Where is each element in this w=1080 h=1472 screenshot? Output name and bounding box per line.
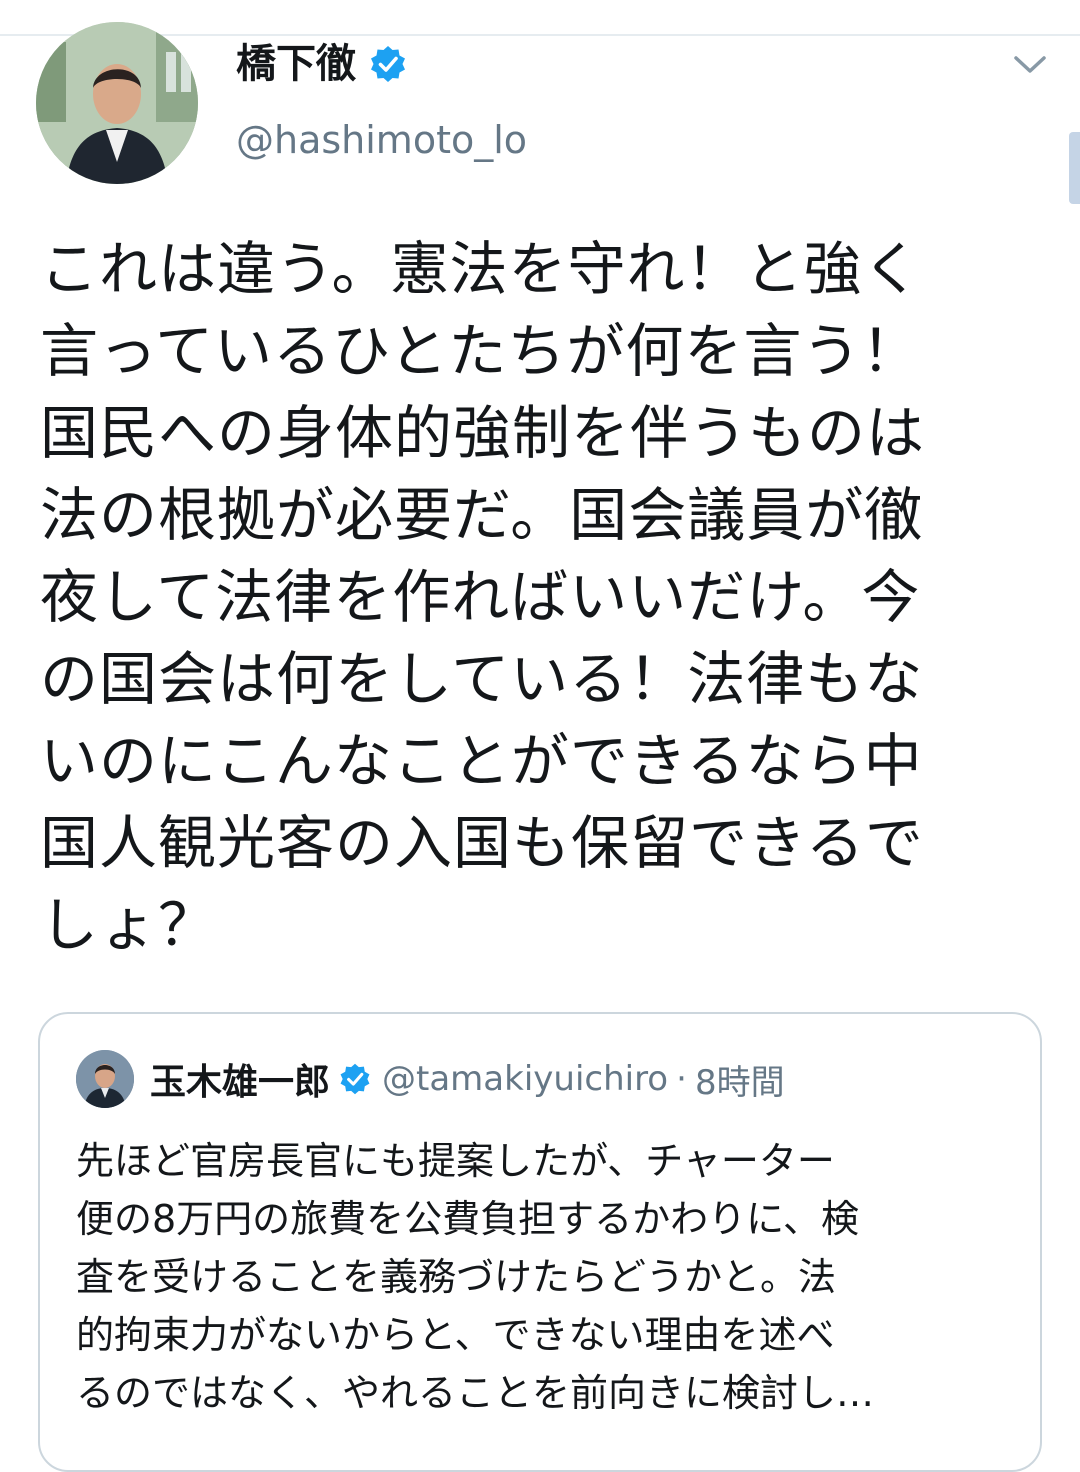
quoted-author-avatar [76, 1050, 134, 1108]
quoted-author-handle: @tamakiyuichiro [382, 1059, 669, 1099]
author-avatar[interactable] [36, 22, 198, 184]
quoted-tweet-timestamp: 8時間 [694, 1062, 785, 1103]
author-display-name-row[interactable]: 橋下徹 [236, 36, 408, 92]
quoted-author-display-name: 玉木雄一郎 [150, 1062, 331, 1103]
quoted-verified-badge-icon [340, 1063, 370, 1095]
quoted-tweet-body-text: 先ほど官房長官にも提案したが、チャーター 便の8万円の旅費を公費負担するかわりに… [76, 1139, 875, 1415]
author-display-name[interactable]: 橋下徹 [236, 36, 356, 92]
tweet-body-text: これは違う。憲法を守れ！と強く 言っているひとたちが何を言う！ 国民への身体的強… [40, 235, 926, 959]
author-handle[interactable]: @hashimoto_lo [236, 114, 527, 166]
quoted-tweet-card[interactable]: 玉木雄一郎 @tamakiyuichiro · 8時間 先ほど官房長官にも提案し… [38, 1012, 1042, 1472]
scrollbar-thumb[interactable] [1069, 132, 1080, 204]
verified-badge-icon [371, 46, 405, 82]
profile-photo-icon [36, 22, 198, 184]
header-separator: · [676, 1059, 687, 1099]
quoted-tweet-header: 玉木雄一郎 @tamakiyuichiro · 8時間 [150, 1048, 785, 1110]
chevron-down-icon[interactable] [1006, 44, 1054, 84]
quoted-profile-photo-icon [76, 1050, 134, 1108]
